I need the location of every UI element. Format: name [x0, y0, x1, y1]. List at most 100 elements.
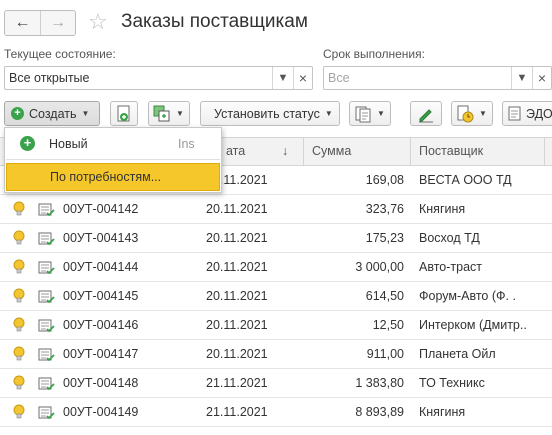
- table-row[interactable]: 00УТ-004148 21.11.2021 1 383,80 ТО Техникс: [0, 369, 552, 398]
- document-posted-icon: [38, 232, 55, 246]
- document-add-icon: [117, 105, 130, 121]
- deadline-placeholder: Все: [328, 71, 350, 85]
- arrow-right-icon: →: [49, 14, 66, 31]
- order-number: 00УТ-004144: [63, 260, 139, 274]
- lightbulb-icon: [13, 288, 25, 303]
- chevron-down-icon: ▼: [377, 109, 385, 118]
- create-button[interactable]: + Создать ▼: [4, 101, 100, 126]
- menu-divider: [6, 159, 220, 160]
- back-button[interactable]: ←: [5, 11, 40, 35]
- table-row[interactable]: 00УТ-004149 21.11.2021 8 893,89 Княгиня: [0, 398, 552, 427]
- set-status-button[interactable]: Установить статус ▼: [200, 101, 340, 126]
- table-row[interactable]: 00УТ-004143 20.11.2021 175,23 Восход ТД: [0, 224, 552, 253]
- order-number: 00УТ-004147: [63, 347, 139, 361]
- order-number: 00УТ-004143: [63, 231, 139, 245]
- order-date: 21.11.2021: [206, 405, 268, 419]
- menu-item-by-needs[interactable]: По потребностям...: [6, 163, 220, 191]
- arrow-left-icon: ←: [14, 14, 31, 31]
- copy-document-button[interactable]: [110, 101, 138, 126]
- order-supplier: Форум-Авто (Ф. .: [419, 289, 516, 303]
- deadline-label: Срок выполнения:: [323, 47, 425, 61]
- order-number: 00УТ-004146: [63, 318, 139, 332]
- add-icon: +: [20, 136, 35, 151]
- order-date: 21.11.2021: [206, 376, 268, 390]
- column-divider: [544, 138, 545, 166]
- order-number: 00УТ-004149: [63, 405, 139, 419]
- documents-icon: [355, 106, 371, 122]
- order-sum: 169,08: [365, 173, 404, 187]
- reminder-button[interactable]: ▼: [451, 101, 493, 126]
- order-supplier: ТО Техникс: [419, 376, 485, 390]
- edo-icon: [508, 106, 521, 120]
- chevron-down-icon: ▼: [324, 109, 333, 118]
- create-based-on-button[interactable]: ▼: [148, 101, 190, 126]
- chevron-down-icon[interactable]: ▼: [273, 67, 293, 89]
- order-date: 20.11.2021: [206, 318, 268, 332]
- menu-item-label: Новый: [49, 137, 88, 151]
- column-divider: [410, 138, 411, 166]
- pen-icon: [419, 108, 433, 122]
- lightbulb-icon: [13, 404, 25, 419]
- order-supplier: Княгиня: [419, 202, 466, 216]
- order-date: 20.11.2021: [206, 231, 268, 245]
- order-date: 20.11.2021: [206, 347, 268, 361]
- sign-button[interactable]: [410, 101, 442, 126]
- column-header-supplier[interactable]: Поставщик: [419, 144, 483, 158]
- column-header-sum[interactable]: Сумма: [312, 144, 351, 158]
- state-value: Все открытые: [9, 71, 90, 85]
- order-sum: 12,50: [372, 318, 404, 332]
- order-sum: 8 893,89: [355, 405, 404, 419]
- forward-button[interactable]: →: [39, 11, 75, 35]
- table-row[interactable]: 00УТ-004145 20.11.2021 614,50 Форум-Авто (Ф…: [0, 282, 552, 311]
- clear-icon[interactable]: ×: [532, 67, 552, 89]
- chevron-down-icon[interactable]: ▼: [512, 67, 532, 89]
- order-date: 20.11.2021: [206, 260, 268, 274]
- document-posted-icon: [38, 406, 55, 420]
- document-posted-icon: [38, 290, 55, 304]
- column-divider: [303, 138, 304, 166]
- order-number: 00УТ-004145: [63, 289, 139, 303]
- edo-button[interactable]: ЭДО: [502, 101, 552, 126]
- edo-button-label: ЭДО: [526, 106, 552, 121]
- create-button-label: Создать: [29, 106, 77, 121]
- lightbulb-icon: [13, 375, 25, 390]
- chevron-down-icon: ▼: [176, 109, 184, 118]
- state-label: Текущее состояние:: [4, 47, 116, 61]
- lightbulb-icon: [13, 201, 25, 216]
- order-supplier: ВЕСТА ООО ТД: [419, 173, 512, 187]
- title-bar: ← → ☆ Заказы поставщикам: [0, 0, 552, 44]
- star-icon[interactable]: ☆: [88, 10, 108, 34]
- clear-icon[interactable]: ×: [293, 67, 313, 89]
- order-sum: 175,23: [365, 231, 404, 245]
- order-supplier: Авто-траст: [419, 260, 483, 274]
- document-posted-icon: [38, 348, 55, 362]
- menu-item-new[interactable]: + Новый Ins: [6, 130, 220, 158]
- column-header-date[interactable]: ата: [226, 144, 245, 158]
- table-row[interactable]: 00УТ-004147 20.11.2021 911,00 Планета Ойл: [0, 340, 552, 369]
- order-date: 20.11.2021: [206, 289, 268, 303]
- document-clock-icon: [457, 105, 474, 122]
- order-supplier: Планета Ойл: [419, 347, 496, 361]
- table-row[interactable]: 00УТ-004142 20.11.2021 323,76 Княгиня: [0, 195, 552, 224]
- chevron-down-icon: ▼: [479, 109, 487, 118]
- deadline-field[interactable]: Все ▼ ×: [323, 66, 552, 90]
- menu-item-label: По потребностям...: [50, 170, 162, 184]
- state-field[interactable]: Все открытые ▼ ×: [4, 66, 313, 90]
- order-number: 00УТ-004148: [63, 376, 139, 390]
- order-sum: 911,00: [366, 347, 404, 361]
- order-sum: 1 383,80: [355, 376, 404, 390]
- navigation-group: ← →: [4, 10, 76, 36]
- print-button[interactable]: ▼: [349, 101, 391, 126]
- add-icon: +: [11, 107, 24, 120]
- document-posted-icon: [38, 319, 55, 333]
- document-posted-icon: [38, 377, 55, 391]
- order-date: 20.11.2021: [206, 202, 268, 216]
- table-row[interactable]: 00УТ-004144 20.11.2021 3 000,00 Авто-траст: [0, 253, 552, 282]
- create-based-on-icon: [153, 105, 170, 121]
- lightbulb-icon: [13, 346, 25, 361]
- order-supplier: Княгиня: [419, 405, 466, 419]
- order-supplier: Интерком (Дмитр..: [419, 318, 527, 332]
- menu-item-shortcut: Ins: [178, 137, 195, 151]
- page-title: Заказы поставщикам: [121, 11, 308, 32]
- table-row[interactable]: 00УТ-004146 20.11.2021 12,50 Интерком (Дмит…: [0, 311, 552, 340]
